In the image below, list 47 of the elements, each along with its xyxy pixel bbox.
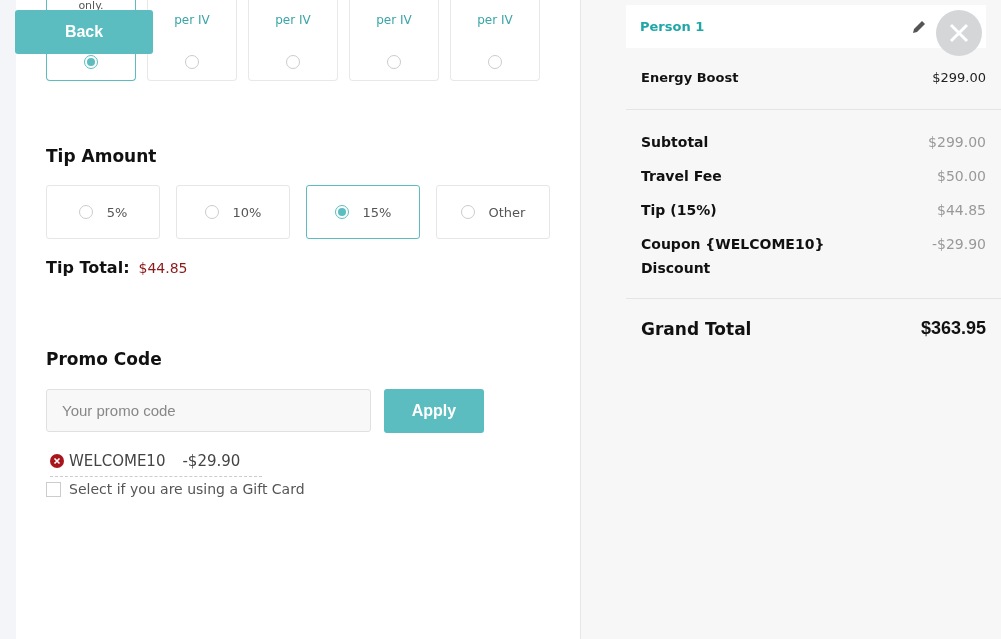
section-title: Promo Code — [46, 349, 163, 369]
radio-button[interactable] — [185, 55, 199, 69]
plan-label: per IV — [376, 13, 412, 27]
promo-code: WELCOME10 — [69, 452, 166, 470]
radio-button[interactable] — [460, 205, 475, 219]
summary-value: $299.00 — [928, 133, 986, 152]
summary-label: Subtotal — [641, 133, 709, 152]
promo-code-field[interactable]: Your promo code — [46, 389, 371, 432]
grand-total-label: Grand Total — [641, 318, 752, 339]
radio-button[interactable] — [78, 205, 93, 219]
promo-discount: -$29.90 — [182, 452, 241, 470]
remove-icon[interactable] — [50, 454, 64, 468]
person-name: Person 1 — [640, 19, 705, 34]
summary-label: Coupon {WELCOME10} Discount — [641, 235, 826, 278]
tip-label: 15% — [362, 204, 392, 220]
summary-label: Travel Fee — [641, 167, 722, 186]
tip-label: 5% — [106, 204, 128, 220]
radio-button[interactable] — [387, 55, 401, 69]
radio-button[interactable] — [488, 55, 502, 69]
grand-total-value: $363.95 — [920, 318, 986, 339]
plan-label: per IV — [477, 13, 513, 27]
tip-option[interactable]: 15% — [306, 185, 420, 239]
edit-icon[interactable] — [911, 18, 927, 35]
summary-value: $50.00 — [937, 167, 986, 186]
tip-option[interactable]: Other — [436, 185, 550, 239]
item-name: Energy Boost — [641, 70, 739, 85]
gift-card-checkbox[interactable] — [46, 481, 61, 497]
item-price: $299.00 — [932, 70, 986, 85]
gift-card-label: Select if you are using a Gift Card — [69, 481, 305, 497]
radio-button[interactable] — [84, 55, 98, 69]
close-icon[interactable] — [949, 23, 969, 43]
tip-label: 10% — [232, 204, 262, 220]
tip-label: Other — [488, 204, 526, 220]
plan-label: per IV — [275, 13, 311, 27]
plan-label: per IV — [174, 13, 210, 27]
section-title: Tip Amount — [46, 146, 158, 166]
tip-total-label: Tip Total: — [46, 258, 130, 277]
radio-button[interactable] — [204, 205, 219, 219]
radio-button[interactable] — [334, 205, 349, 219]
plan-label: only. — [78, 0, 104, 12]
tip-option[interactable]: 5% — [46, 185, 160, 239]
summary-value: $44.85 — [937, 201, 986, 220]
radio-button[interactable] — [286, 55, 300, 69]
tip-option[interactable]: 10% — [176, 185, 290, 239]
summary-value: -$29.90 — [931, 235, 986, 254]
summary-label: Tip (15%) — [641, 201, 717, 220]
tip-total-value: $44.85 — [138, 260, 188, 276]
